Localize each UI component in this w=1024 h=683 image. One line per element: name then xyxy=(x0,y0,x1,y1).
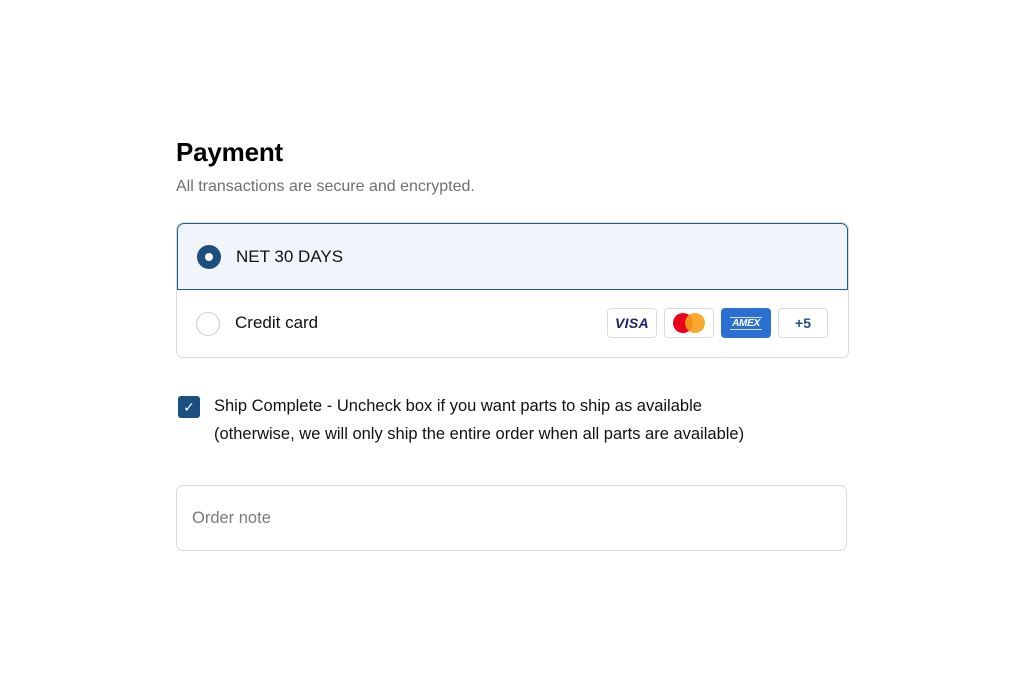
payment-subtitle: All transactions are secure and encrypte… xyxy=(176,178,475,195)
visa-icon: VISA xyxy=(607,308,657,338)
payment-option-label: Credit card xyxy=(235,313,319,332)
ship-complete-label[interactable]: Ship Complete - Uncheck box if you want … xyxy=(214,392,844,448)
more-cards-count: +5 xyxy=(795,315,811,331)
payment-option-label: NET 30 DAYS xyxy=(236,247,344,266)
payment-option-net30[interactable]: NET 30 DAYS xyxy=(177,223,848,290)
visa-logo-text: VISA xyxy=(615,315,649,331)
mastercard-icon xyxy=(664,308,714,338)
card-badges: VISA AMEX +5 xyxy=(607,308,828,338)
more-cards-badge: +5 xyxy=(778,308,828,338)
radio-selected-icon[interactable] xyxy=(197,245,221,269)
ship-complete-checkbox[interactable]: ✓ xyxy=(178,396,200,418)
ship-complete-line1: Ship Complete - Uncheck box if you want … xyxy=(214,397,702,415)
radio-unselected-icon[interactable] xyxy=(196,312,220,336)
amex-icon: AMEX xyxy=(721,308,771,338)
payment-section: Payment All transactions are secure and … xyxy=(176,134,849,551)
mastercard-logo xyxy=(673,313,705,333)
payment-options-group: NET 30 DAYS Credit card VISA AMEX +5 xyxy=(176,222,849,358)
checkmark-icon: ✓ xyxy=(183,399,195,415)
order-note-input[interactable] xyxy=(177,486,846,550)
amex-logo-text: AMEX xyxy=(730,316,762,330)
payment-option-credit-card[interactable]: Credit card VISA AMEX +5 xyxy=(177,290,848,357)
order-note-field xyxy=(176,485,847,551)
ship-complete-line2: (otherwise, we will only ship the entire… xyxy=(214,425,745,443)
payment-title: Payment xyxy=(176,137,283,167)
